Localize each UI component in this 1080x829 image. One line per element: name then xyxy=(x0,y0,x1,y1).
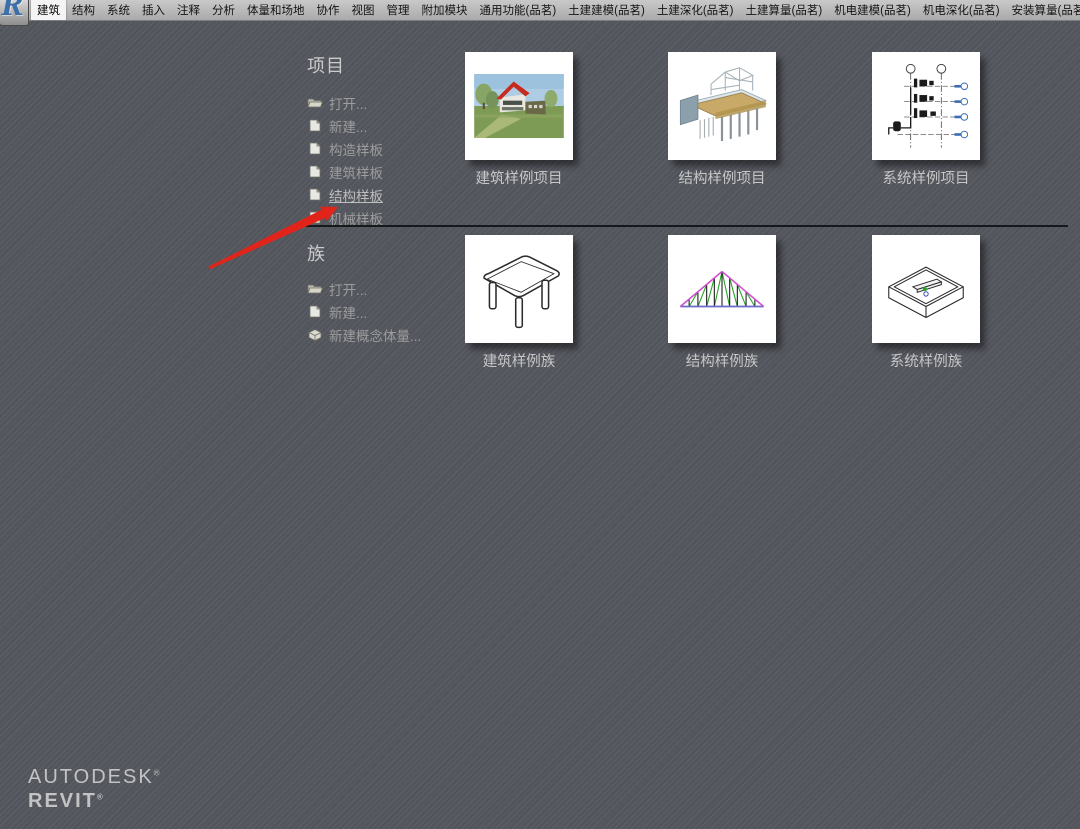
structural-sample-rendering xyxy=(676,60,768,152)
file-icon xyxy=(307,211,323,224)
thumb-systems-sample-project[interactable]: 系统样例项目 xyxy=(872,52,980,188)
thumb-card xyxy=(465,235,573,343)
tab-addins[interactable]: 附加模块 xyxy=(416,0,474,21)
new-file-icon xyxy=(307,305,323,318)
family-open-link[interactable]: 打开... xyxy=(307,277,421,300)
tab-annotate[interactable]: 注释 xyxy=(171,0,206,21)
families-section-title: 族 xyxy=(307,240,326,266)
thumb-structural-sample-project[interactable]: 结构样例项目 xyxy=(668,52,776,188)
logo-revit-text: REVIT xyxy=(28,790,97,812)
revit-r-logo: R xyxy=(1,0,24,24)
project-new-link[interactable]: 新建... xyxy=(307,114,383,137)
section-separator xyxy=(300,225,1068,227)
link-label: 新建... xyxy=(329,116,367,136)
thumb-card xyxy=(668,235,776,343)
thumb-label: 结构样例项目 xyxy=(668,167,776,188)
registered-mark: ® xyxy=(154,768,162,777)
architectural-sample-rendering xyxy=(473,74,565,138)
tab-mep-modeling-pinming[interactable]: 机电建模(品茗) xyxy=(828,0,917,21)
tab-architecture[interactable]: 建筑 xyxy=(31,0,66,21)
project-links: 打开... 新建... 构造样板 建筑样板 结构样板 机械样板 xyxy=(307,91,383,229)
mep-family-drawing xyxy=(880,243,972,335)
revit-application-button[interactable]: R xyxy=(0,0,29,26)
thumb-card xyxy=(872,52,980,160)
tab-civil-modeling-pinming[interactable]: 土建建模(品茗) xyxy=(562,0,651,21)
thumb-structural-sample-family[interactable]: 结构样例族 xyxy=(668,235,776,371)
table-family-drawing xyxy=(473,243,565,335)
tab-systems[interactable]: 系统 xyxy=(101,0,136,21)
ribbon-menubar: 建筑 结构 系统 插入 注释 分析 体量和场地 协作 视图 管理 附加模块 通用… xyxy=(0,0,1080,21)
thumb-label: 结构样例族 xyxy=(668,350,776,371)
open-folder-icon xyxy=(307,96,323,109)
link-label: 建筑样板 xyxy=(329,162,383,182)
thumb-label: 系统样例项目 xyxy=(872,167,980,188)
family-new-conceptual-mass-link[interactable]: 新建概念体量... xyxy=(307,323,421,346)
projects-section-title: 项目 xyxy=(307,52,345,78)
thumb-architectural-sample-family[interactable]: 建筑样例族 xyxy=(465,235,573,371)
link-label: 构造样板 xyxy=(329,139,383,159)
thumb-label: 建筑样例项目 xyxy=(465,167,573,188)
tab-civil-detailing-pinming[interactable]: 土建深化(品茗) xyxy=(651,0,740,21)
file-icon xyxy=(307,165,323,178)
tab-collaborate[interactable]: 协作 xyxy=(311,0,346,21)
thumb-card xyxy=(465,52,573,160)
project-architectural-template-link[interactable]: 建筑样板 xyxy=(307,160,383,183)
truss-family-drawing xyxy=(676,243,768,335)
thumb-systems-sample-family[interactable]: 系统样例族 xyxy=(872,235,980,371)
tab-mep-detailing-pinming[interactable]: 机电深化(品茗) xyxy=(917,0,1006,21)
link-label: 新建概念体量... xyxy=(329,325,421,345)
tab-structure[interactable]: 结构 xyxy=(66,0,101,21)
link-label: 打开... xyxy=(329,279,367,299)
tab-general-pinming[interactable]: 通用功能(品茗) xyxy=(474,0,563,21)
autodesk-revit-logo: AUTODESK® REVIT® xyxy=(28,766,162,813)
link-label: 新建... xyxy=(329,302,367,322)
project-structural-template-link[interactable]: 结构样板 xyxy=(307,183,383,206)
link-label: 结构样板 xyxy=(329,185,383,205)
thumb-card xyxy=(872,235,980,343)
thumb-label: 系统样例族 xyxy=(872,350,980,371)
thumb-label: 建筑样例族 xyxy=(465,350,573,371)
new-file-icon xyxy=(307,119,323,132)
logo-autodesk-text: AUTODESK xyxy=(28,766,154,788)
file-icon xyxy=(307,142,323,155)
tab-manage[interactable]: 管理 xyxy=(381,0,416,21)
mass-box-icon xyxy=(307,328,323,341)
tab-civil-quantity-pinming[interactable]: 土建算量(品茗) xyxy=(740,0,829,21)
thumb-card xyxy=(668,52,776,160)
tab-massing-site[interactable]: 体量和场地 xyxy=(241,0,311,21)
project-construction-template-link[interactable]: 构造样板 xyxy=(307,137,383,160)
registered-mark: ® xyxy=(97,792,105,801)
tab-install-quantity-pinming[interactable]: 安装算量(品茗) xyxy=(1006,0,1080,21)
family-links: 打开... 新建... 新建概念体量... xyxy=(307,277,421,346)
project-open-link[interactable]: 打开... xyxy=(307,91,383,114)
file-icon xyxy=(307,188,323,201)
link-label: 打开... xyxy=(329,93,367,113)
family-new-link[interactable]: 新建... xyxy=(307,300,421,323)
open-folder-icon xyxy=(307,282,323,295)
tab-insert[interactable]: 插入 xyxy=(136,0,171,21)
tab-analyze[interactable]: 分析 xyxy=(206,0,241,21)
tab-view[interactable]: 视图 xyxy=(346,0,381,21)
systems-sample-rendering xyxy=(880,60,972,152)
thumb-architectural-sample-project[interactable]: 建筑样例项目 xyxy=(465,52,573,188)
